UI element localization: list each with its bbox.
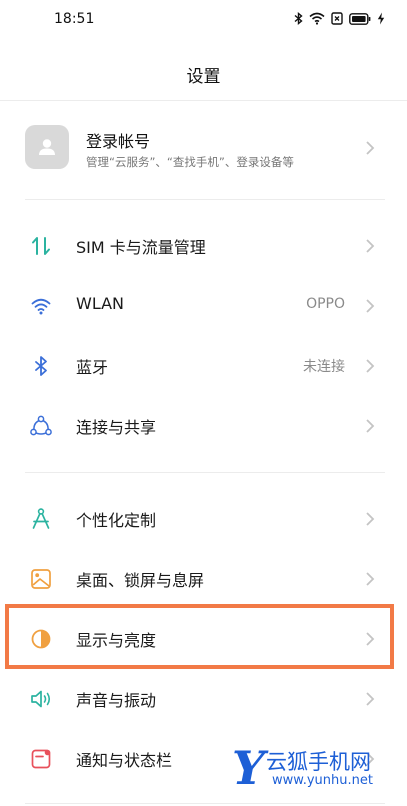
sim-data-icon (28, 233, 54, 259)
chevron-right-icon (366, 359, 375, 373)
status-icons (294, 12, 385, 25)
wallpaper-icon (28, 566, 54, 592)
no-sim-icon (331, 12, 343, 25)
account-description: 管理“云服务”、“查找手机”、登录设备等 (86, 155, 294, 169)
settings-item-label: 桌面、锁屏与息屏 (76, 571, 205, 590)
settings-item-value: OPPO (306, 296, 345, 312)
settings-item-personalization[interactable]: 个性化定制 (0, 488, 407, 548)
charging-icon (377, 12, 385, 25)
settings-item-sim-data[interactable]: SIM 卡与流量管理 (0, 215, 407, 275)
status-time: 18:51 (54, 11, 95, 27)
watermark: Y 云狐手机网 www.yunhu.net (232, 742, 407, 794)
chevron-right-icon (366, 419, 375, 433)
chevron-right-icon (366, 692, 375, 706)
settings-item-bluetooth[interactable]: 蓝牙 未连接 (0, 335, 407, 395)
settings-item-label: 个性化定制 (76, 511, 157, 530)
chevron-right-icon (366, 299, 375, 313)
user-icon (39, 139, 55, 155)
settings-item-label: 连接与共享 (76, 418, 157, 437)
chevron-right-icon (366, 512, 375, 526)
account-name: 登录帐号 (86, 132, 151, 151)
settings-item-label: WLAN (76, 294, 125, 313)
bluetooth-status-icon (294, 12, 303, 25)
compass-icon (28, 506, 54, 532)
sound-icon (28, 686, 54, 712)
wifi-icon (28, 293, 54, 319)
settings-item-connection-sharing[interactable]: 连接与共享 (0, 395, 407, 455)
title-divider (0, 100, 407, 101)
settings-item-value: 未连接 (303, 359, 345, 375)
chevron-right-icon (366, 239, 375, 253)
settings-item-sound-vibration[interactable]: 声音与振动 (0, 668, 407, 728)
chevron-right-icon (366, 572, 375, 586)
wifi-status-icon (309, 12, 325, 25)
bluetooth-icon (28, 353, 54, 379)
page-title: 设置 (186, 67, 221, 87)
highlight-box (5, 604, 394, 669)
section-divider (25, 472, 385, 473)
settings-item-wlan[interactable]: WLAN OPPO (0, 275, 407, 335)
section-divider (25, 803, 385, 804)
notification-icon (28, 746, 54, 772)
chevron-right-icon (366, 141, 375, 155)
settings-item-label: 蓝牙 (76, 358, 109, 377)
settings-item-label: SIM 卡与流量管理 (76, 238, 206, 257)
watermark-title: 云狐手机网 (266, 750, 371, 774)
avatar (25, 125, 69, 169)
section-divider (25, 199, 385, 200)
settings-item-label: 通知与状态栏 (76, 751, 173, 770)
account-row[interactable]: 登录帐号 管理“云服务”、“查找手机”、登录设备等 (0, 112, 407, 184)
watermark-url: www.yunhu.net (272, 773, 373, 788)
battery-icon (349, 12, 371, 25)
share-connect-icon (28, 413, 54, 439)
settings-item-wallpaper-lockscreen[interactable]: 桌面、锁屏与息屏 (0, 548, 407, 608)
status-bar: 18:51 (0, 0, 407, 40)
watermark-logo: Y (232, 741, 265, 795)
settings-item-label: 声音与振动 (76, 691, 157, 710)
